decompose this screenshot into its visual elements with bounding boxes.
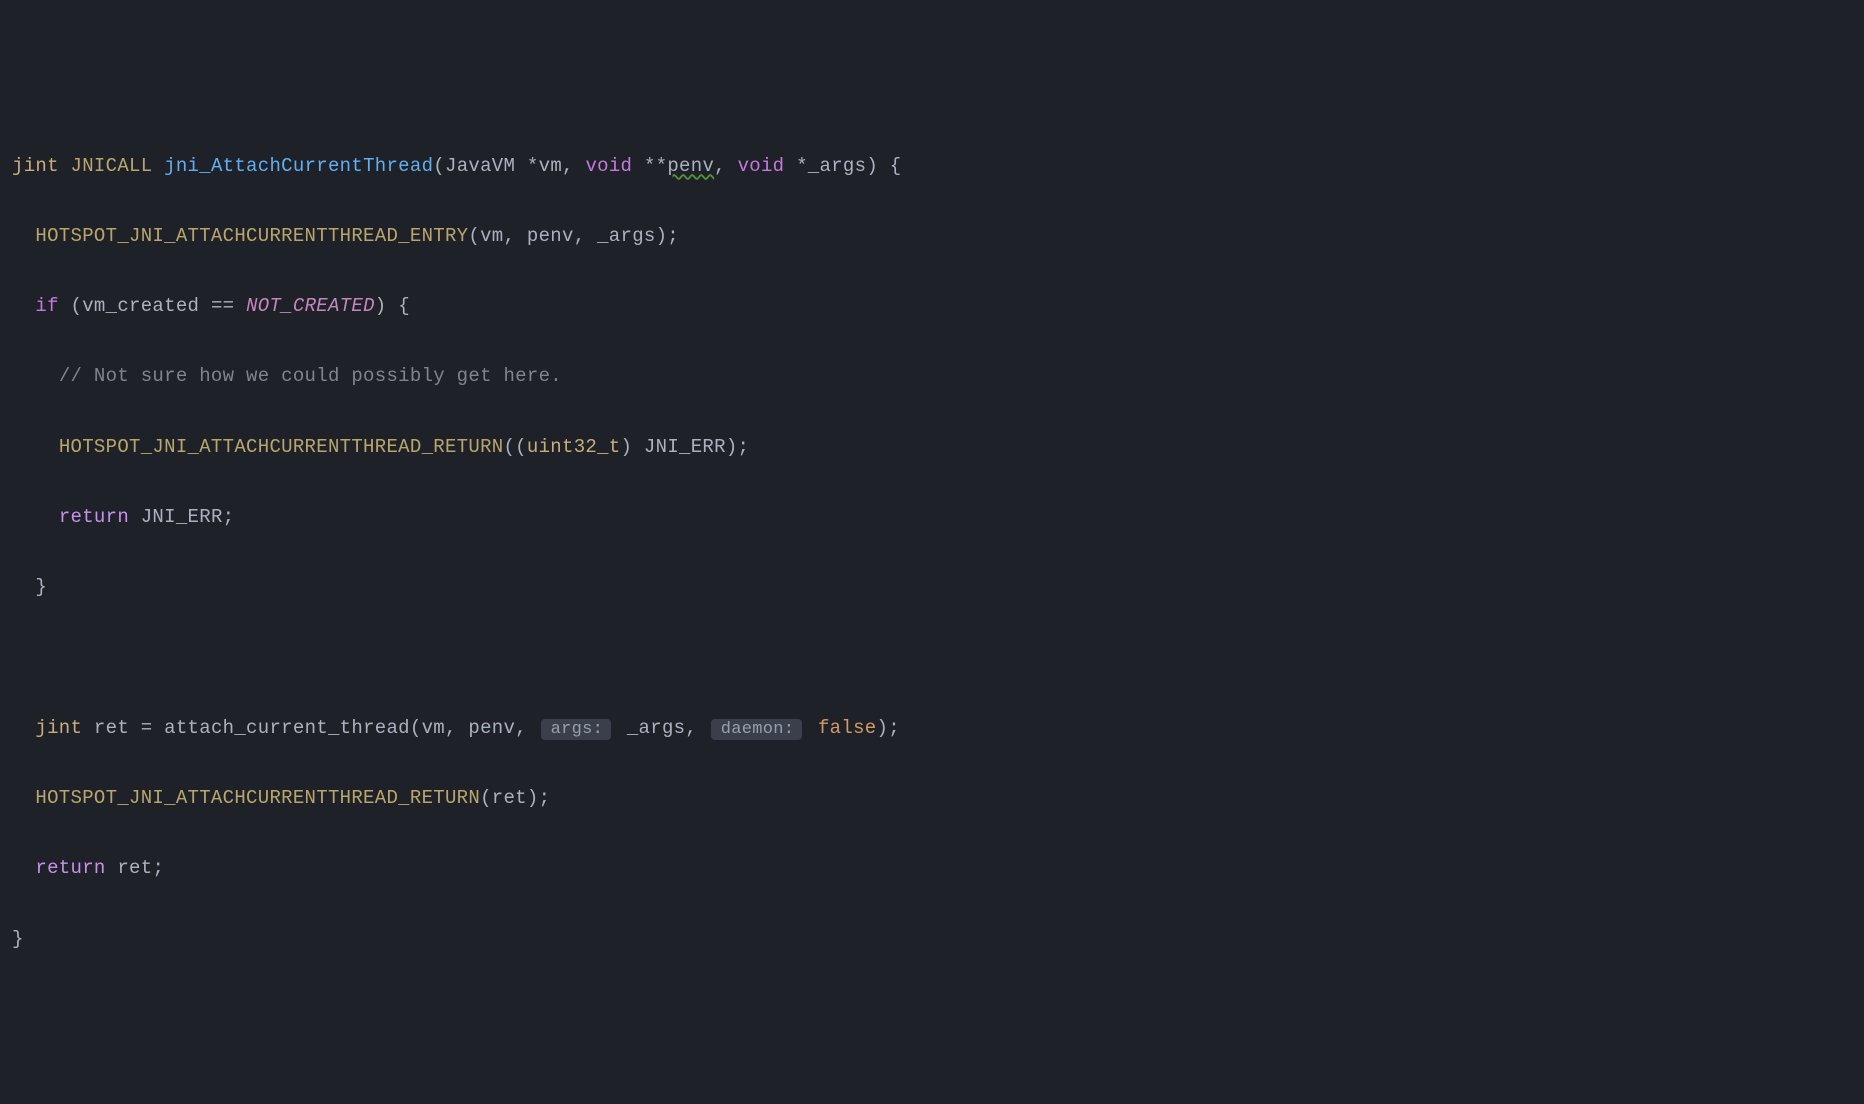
code-line-6[interactable]: return JNI_ERR;	[12, 500, 1852, 535]
variable: ret	[94, 717, 129, 739]
void-keyword: void	[585, 155, 632, 177]
function-name: jni_AttachCurrentThread	[164, 155, 433, 177]
param-hint: daemon:	[711, 719, 803, 740]
code-line-3[interactable]: if (vm_created == NOT_CREATED) {	[12, 289, 1852, 324]
brace: }	[35, 576, 47, 598]
brace: {	[398, 295, 410, 317]
args: (vm, penv,	[410, 717, 527, 739]
paren: ((	[503, 436, 526, 458]
constant: NOT_CREATED	[246, 295, 375, 317]
code-line-9[interactable]: jint ret = attach_current_thread(vm, pen…	[12, 711, 1852, 746]
pointer: *	[796, 155, 808, 177]
code-line-7[interactable]: }	[12, 570, 1852, 605]
pointer: *	[527, 155, 539, 177]
comment: // Not sure how we could possibly get he…	[59, 365, 562, 387]
operator: ==	[211, 295, 234, 317]
paren: )	[866, 155, 878, 177]
return-keyword: return	[59, 506, 129, 528]
type-token: jint	[35, 717, 82, 739]
cast-type: uint32_t	[527, 436, 621, 458]
code-line-5[interactable]: HOTSPOT_JNI_ATTACHCURRENTTHREAD_RETURN((…	[12, 430, 1852, 465]
pointer: **	[644, 155, 667, 177]
code-line-10[interactable]: HOTSPOT_JNI_ATTACHCURRENTTHREAD_RETURN(r…	[12, 781, 1852, 816]
code-line-2[interactable]: HOTSPOT_JNI_ATTACHCURRENTTHREAD_ENTRY(vm…	[12, 219, 1852, 254]
code-line-11[interactable]: return ret;	[12, 851, 1852, 886]
paren: )	[621, 436, 633, 458]
macro-token: JNICALL	[71, 155, 153, 177]
param-name: vm	[539, 155, 562, 177]
paren: )	[375, 295, 387, 317]
args: (ret);	[480, 787, 550, 809]
param-type: JavaVM	[445, 155, 515, 177]
enum-constant: JNI_ERR	[141, 506, 223, 528]
code-line-4[interactable]: // Not sure how we could possibly get he…	[12, 359, 1852, 394]
semicolon: ;	[152, 857, 164, 879]
brace: }	[12, 928, 24, 950]
variable: ret	[117, 857, 152, 879]
comma: ,	[562, 155, 574, 177]
variable: vm_created	[82, 295, 199, 317]
punct: );	[726, 436, 749, 458]
brace: {	[890, 155, 902, 177]
function-call: attach_current_thread	[164, 717, 410, 739]
enum-constant: JNI_ERR	[644, 436, 726, 458]
punct: );	[877, 717, 900, 739]
paren: (	[433, 155, 445, 177]
macro-call: HOTSPOT_JNI_ATTACHCURRENTTHREAD_RETURN	[35, 787, 480, 809]
args: (vm, penv, _args);	[468, 225, 679, 247]
return-keyword: return	[35, 857, 105, 879]
if-keyword: if	[35, 295, 58, 317]
paren: (	[71, 295, 83, 317]
code-line-1[interactable]: jint JNICALL jni_AttachCurrentThread(Jav…	[12, 149, 1852, 184]
comma: ,	[714, 155, 726, 177]
void-keyword: void	[738, 155, 785, 177]
param-name-warned: penv	[667, 155, 714, 177]
semicolon: ;	[223, 506, 235, 528]
type-token: jint	[12, 155, 59, 177]
macro-call: HOTSPOT_JNI_ATTACHCURRENTTHREAD_RETURN	[59, 436, 504, 458]
code-line-8[interactable]	[12, 641, 1852, 676]
operator: =	[141, 717, 153, 739]
macro-call: HOTSPOT_JNI_ATTACHCURRENTTHREAD_ENTRY	[35, 225, 468, 247]
bool-literal: false	[818, 717, 877, 739]
param-name: _args	[808, 155, 867, 177]
arg: _args,	[627, 717, 697, 739]
code-line-12[interactable]: }	[12, 922, 1852, 957]
param-hint: args:	[541, 719, 612, 740]
